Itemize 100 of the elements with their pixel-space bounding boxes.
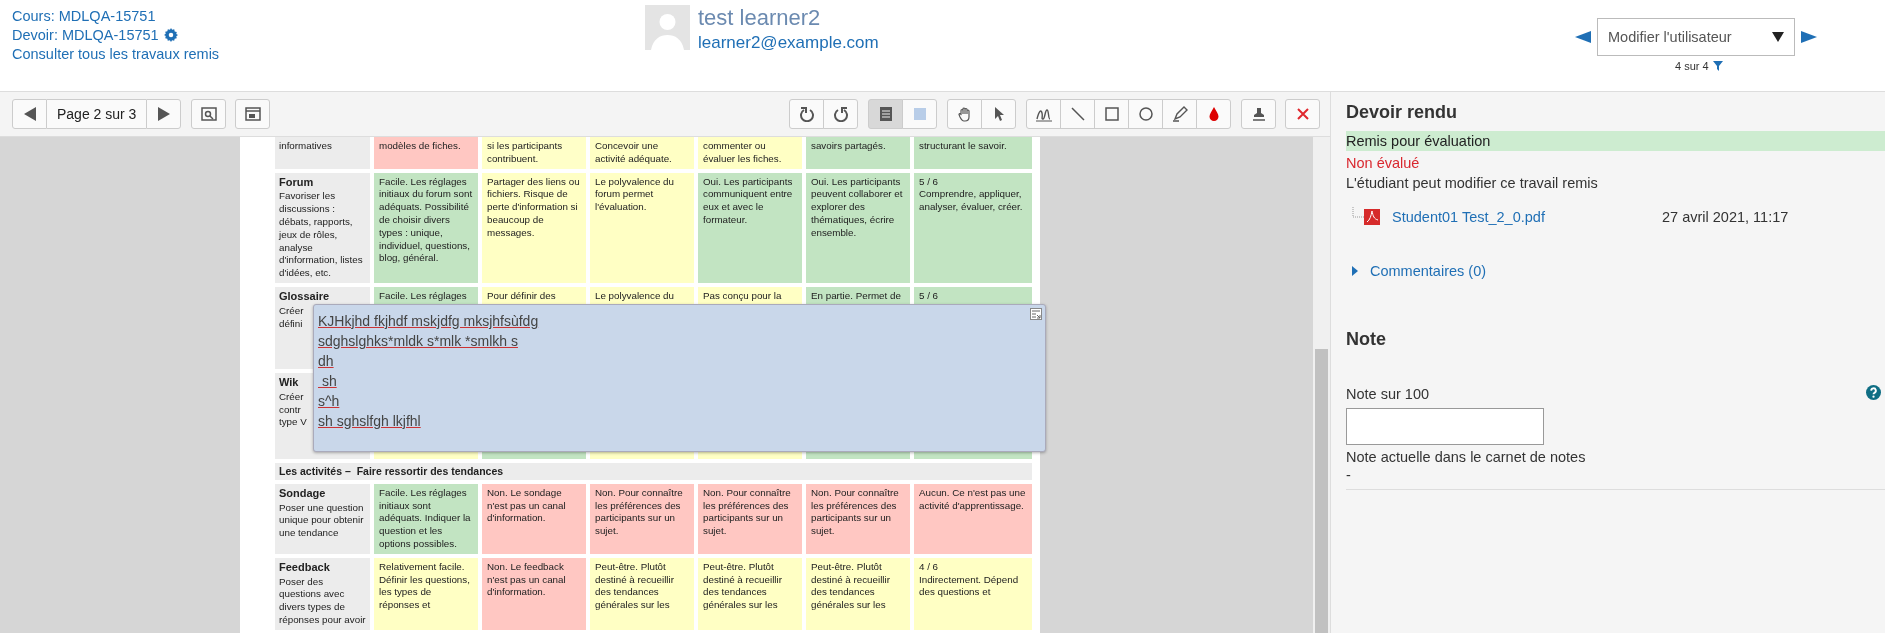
square-icon [911, 106, 928, 122]
close-icon [1294, 106, 1311, 122]
user-count: 4 sur 4 [1675, 60, 1709, 72]
right-triangle-icon [157, 107, 170, 121]
file-date: 27 avril 2021, 11:17 [1662, 209, 1789, 225]
expand-arrow-icon[interactable] [1352, 266, 1358, 276]
activity-title: Sondage [279, 486, 326, 500]
edit-note: L'étudiant peut modifier ce travail remis [1346, 175, 1599, 191]
table-cell: commenter ou évaluer les fiches. [698, 137, 802, 169]
expand-button[interactable] [235, 99, 271, 129]
search-button[interactable] [191, 99, 227, 129]
comment-line: s^h [318, 391, 340, 411]
next-page-button[interactable] [146, 99, 182, 129]
assignment-link[interactable]: Devoir: MDLQA-15751 [12, 27, 159, 43]
table-cell: Peut-être. Plutôt destiné à recueillir des tendances générales sur les [590, 557, 694, 630]
table-cell: savoirs partagés. [806, 137, 910, 169]
comments-link[interactable]: Commentaires (0) [1370, 263, 1487, 279]
activity-description: Créer contr type V [279, 390, 307, 430]
activity-description: informatives [279, 140, 332, 153]
highlighter-icon [1171, 106, 1188, 122]
rectangle-button[interactable] [1094, 99, 1129, 129]
delete-button[interactable] [1285, 99, 1320, 129]
previous-user-arrow-icon[interactable] [1575, 31, 1591, 43]
activity-title: Glossaire [279, 289, 330, 303]
table-cell: Peut-être. Plutôt destiné à recueillir des tendances générales sur les [806, 557, 910, 630]
stamp-button[interactable] [1241, 99, 1276, 129]
user-select[interactable]: Modifier l'utilisateur [1597, 18, 1795, 56]
table-cell: Oui. Les participants communiquent entre eux et avec le formateur. [698, 172, 802, 283]
next-user-arrow-icon[interactable] [1801, 31, 1817, 43]
left-triangle-icon [23, 107, 36, 121]
user-name: test learner2 [698, 5, 822, 31]
settings-icon[interactable] [163, 28, 178, 42]
table-cell: Concevoir une activité adéquate. [590, 137, 694, 169]
line-button[interactable] [1060, 99, 1095, 129]
activity-description: Favoriser les discussions : débats, rapports, jeux de rôles, analyse d'information, listes d'idées, etc. [279, 190, 364, 280]
search-icon [200, 106, 217, 122]
line-icon [1069, 106, 1086, 122]
highlighter-button[interactable] [1162, 99, 1197, 129]
table-cell: Peut-être. Plutôt destiné à recueillir des tendances générales sur les [698, 557, 802, 630]
activity-title: Wik [279, 375, 299, 389]
table-cell: Partager des liens ou fichiers. Risque de perte d'information si beaucoup de messages. [482, 172, 586, 283]
comment-line: sh [320, 371, 337, 391]
table-cell: Le polyvalence du forum permet l'évaluation. [590, 172, 694, 283]
table-cell: Non. Le sondage n'est pas un canal d'information. [482, 483, 586, 554]
submission-status: Remis pour évaluation [1346, 131, 1885, 151]
table-cell: modèles de fiches. [374, 137, 478, 169]
table-cell: Facile. Les réglages initiaux du forum sont adéquats. Possibilité de choisir divers types : unique, individuel, questions, blog, général. [374, 172, 478, 283]
user-email: learner2@example.com [698, 33, 879, 53]
page-indicator: Page 2 sur 3 [47, 99, 147, 129]
select-button[interactable] [981, 99, 1016, 129]
panel-heading: Devoir rendu [1346, 102, 1459, 123]
pdf-file-icon [1364, 209, 1380, 225]
course-link[interactable]: Cours: MDLQA-15751 [12, 8, 633, 24]
comment-line: sh sghslfgh lkjfhl [318, 411, 421, 431]
pen-button[interactable] [1026, 99, 1061, 129]
hand-icon [956, 106, 973, 122]
activity-title: Feedback [279, 560, 330, 574]
comment-view-button[interactable] [868, 99, 903, 129]
stamp-icon [1250, 106, 1267, 122]
caret-icon [1772, 32, 1784, 42]
section-heading: Les activités – Faire ressortir des tendances [275, 462, 1032, 480]
grade-input-field[interactable] [1346, 408, 1544, 445]
rectangle-icon [1103, 106, 1120, 122]
filter-icon[interactable] [1712, 61, 1723, 71]
rotate-right-button[interactable] [823, 99, 858, 129]
previous-page-button[interactable] [12, 99, 47, 129]
color-button[interactable] [1196, 99, 1231, 129]
comment-popup[interactable]: KJHkjhd fkjhdf mskjdfg mksjhfsùfdg sdghslghks*mldk s*mlk *smlkh s dh sh s^h sh sghslfgh lkjfhl [313, 303, 1046, 452]
rotate-right-icon [832, 106, 849, 122]
rotate-left-icon [798, 106, 815, 122]
circle-icon [1137, 106, 1154, 122]
all-submissions-link[interactable]: Consulter tous les travaux remis [12, 46, 633, 62]
rotate-left-button[interactable] [789, 99, 824, 129]
activity-description: Poser des questions avec divers types de réponses pour avoir [279, 575, 366, 627]
avatar-icon [645, 5, 690, 50]
table-cell: Non. Le feedback n'est pas un canal d'information. [482, 557, 586, 630]
activity-description: Poser une question unique pour obtenir une tendance [279, 501, 365, 540]
activity-description: Créer défini [279, 304, 304, 331]
table-cell: Facile. Les réglages initiaux sont adéquats. Indiquer la question et les options possibles. [374, 483, 478, 554]
grading-status: Non évalué [1346, 155, 1421, 171]
document-icon [877, 106, 894, 122]
scrollbar-thumb[interactable] [1315, 349, 1328, 633]
table-cell: Aucun. Ce n'est pas une activité d'apprentissage. [914, 483, 1032, 554]
oval-button[interactable] [1128, 99, 1163, 129]
current-grade-label: Note actuelle dans le carnet de notes [1346, 449, 1587, 465]
table-cell: 4 / 6 Indirectement. Dépend des questions et [914, 557, 1032, 630]
table-cell: 5 / 6 Comprendre, appliquer, analyser, évaluer, créer. [914, 172, 1032, 283]
table-cell: Non. Pour connaître les préférences des participants sur un sujet. [806, 483, 910, 554]
table-cell: si les participants contribuent. [482, 137, 586, 169]
table-cell: Non. Pour connaître les préférences des participants sur un sujet. [698, 483, 802, 554]
current-grade-value: - [1346, 467, 1352, 483]
grade-label: Note sur 100 [1346, 386, 1430, 402]
table-cell: Oui. Les participants peuvent collaborer et explorer des thématiques, écrire ensemble. [806, 172, 910, 283]
tree-line-icon [1352, 207, 1364, 219]
pan-button[interactable] [947, 99, 982, 129]
file-link[interactable]: Student01 Test_2_0.pdf [1392, 209, 1662, 225]
activity-title: Forum [279, 175, 314, 189]
table-cell: Relativement facile. Définir les questions, les types de réponses et [374, 557, 478, 630]
help-icon[interactable] [1866, 384, 1881, 400]
menu-icon[interactable] [1030, 307, 1042, 320]
